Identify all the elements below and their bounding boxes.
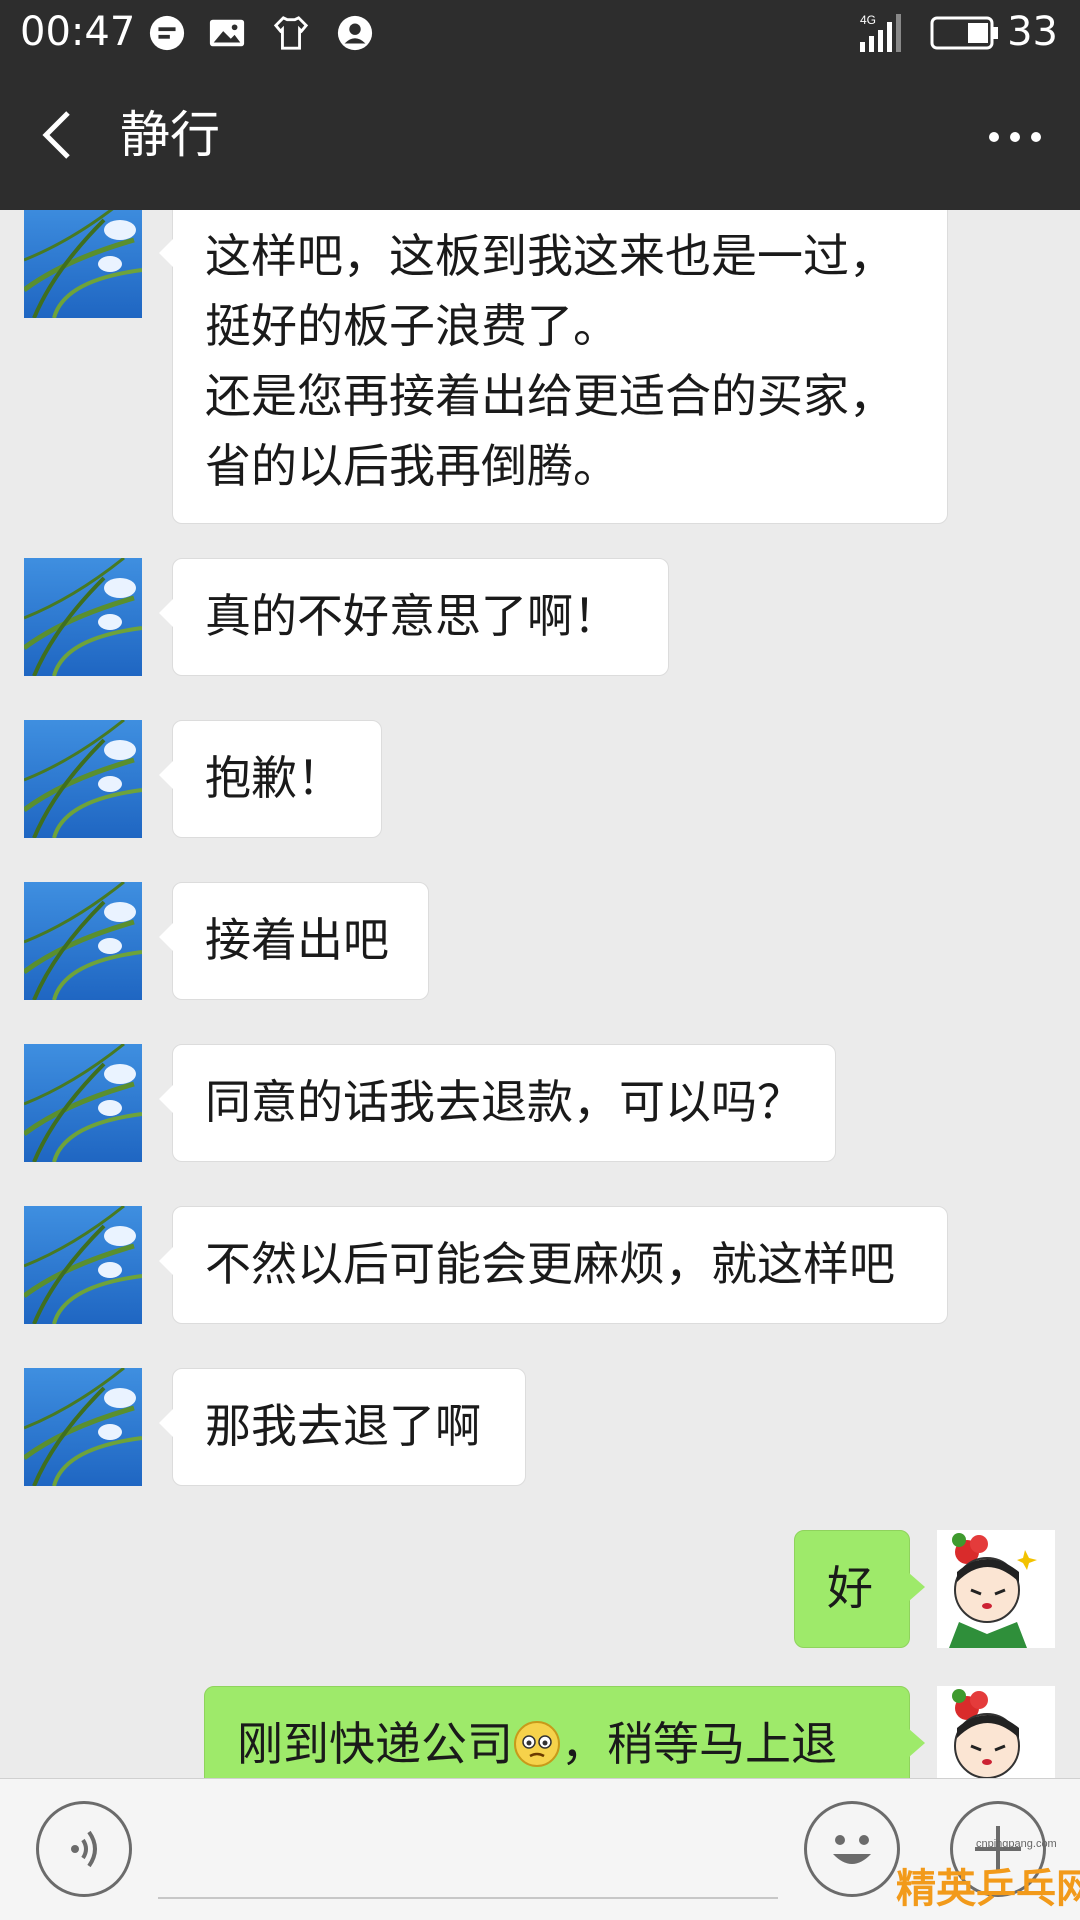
account-icon (337, 15, 373, 51)
more-button[interactable] (980, 107, 1050, 167)
message-text-line: 这样吧，这板到我这来也是一过， (205, 229, 895, 283)
message-text-line: 真的不好意思了啊！ (205, 589, 619, 643)
chat-title: 静行 (120, 106, 220, 164)
message-text-line: 好 (827, 1561, 873, 1615)
message-text-line: 还是您再接着出给更适合的买家， (205, 369, 895, 423)
message-bubble-incoming[interactable]: 同意的话我去退款，可以吗？ (159, 1044, 836, 1162)
shirt-icon (273, 16, 309, 50)
back-button[interactable] (30, 105, 90, 165)
contact-avatar[interactable] (24, 882, 142, 1000)
my-avatar[interactable] (937, 1530, 1055, 1648)
network-label: 4G (860, 13, 876, 27)
message-bubble-incoming[interactable]: 那我去退了啊 (159, 1368, 526, 1486)
watermark-domain: cnpingpang.com (976, 1838, 1057, 1850)
image-icon (209, 19, 245, 47)
message-text-line: 接着出吧 (205, 913, 389, 967)
contact-avatar[interactable] (24, 210, 142, 318)
smiley-icon (833, 1835, 871, 1864)
chevron-left-icon (42, 111, 70, 159)
contact-avatar[interactable] (24, 1206, 142, 1324)
message-text-line: 同意的话我去退款，可以吗？ (205, 1075, 803, 1129)
contact-avatar[interactable] (24, 1044, 142, 1162)
emoji-button[interactable] (804, 1801, 900, 1897)
contact-avatar[interactable] (24, 1368, 142, 1486)
message-bubble-incoming[interactable]: 接着出吧 (159, 882, 429, 1000)
battery-percent: 33 (1007, 9, 1058, 55)
message-text-line: 刚到快递公司 ，稍等马上退 (237, 1709, 877, 1778)
message-text-line: 挺好的板子浪费了。 (205, 299, 619, 353)
contact-avatar[interactable] (24, 558, 142, 676)
message-text-line: 抱歉！ (205, 751, 343, 805)
signal-icon: 4G (860, 13, 901, 52)
watermark-brand: 精英乒乓网 (896, 1866, 1080, 1912)
message-bubble-outgoing[interactable]: 好 (794, 1530, 925, 1648)
worried-face-icon (514, 1721, 560, 1767)
voice-button[interactable] (36, 1801, 132, 1897)
watermark: cnpingpang.com 精英乒乓网 (896, 1838, 1080, 1920)
message-text-segment: 刚到快递公司 (237, 1717, 513, 1771)
message-icon (149, 15, 185, 51)
message-bubble-incoming[interactable]: 不然以后可能会更麻烦，就这样吧 (159, 1206, 948, 1324)
more-icon (989, 132, 1041, 142)
message-text-line: 那我去退了啊 (205, 1399, 481, 1453)
message-bubble-incoming[interactable]: 这样吧，这板到我这来也是一过， 挺好的板子浪费了。 还是您再接着出给更适合的买家… (159, 210, 948, 524)
message-text-line: 省的以后我再倒腾。 (205, 439, 619, 493)
message-text-line: 不然以后可能会更麻烦，就这样吧 (205, 1237, 895, 1291)
chat-header: 静行 (0, 65, 1080, 210)
message-input[interactable] (158, 1799, 778, 1899)
battery-icon (930, 16, 998, 50)
voice-icon (71, 1830, 97, 1868)
my-avatar[interactable] (937, 1686, 1055, 1778)
message-list[interactable]: 这样吧，这板到我这来也是一过， 挺好的板子浪费了。 还是您再接着出给更适合的买家… (0, 210, 1080, 1778)
status-time: 00:47 (20, 9, 136, 55)
message-bubble-incoming[interactable]: 抱歉！ (159, 720, 382, 838)
status-bar: 00:47 4G 33 (0, 0, 1080, 65)
message-text-segment: ，稍等马上退 (561, 1717, 837, 1771)
message-bubble-incoming[interactable]: 真的不好意思了啊！ (159, 558, 669, 676)
contact-avatar[interactable] (24, 720, 142, 838)
message-bubble-outgoing[interactable]: 刚到快递公司 ，稍等马上退 (204, 1686, 925, 1778)
